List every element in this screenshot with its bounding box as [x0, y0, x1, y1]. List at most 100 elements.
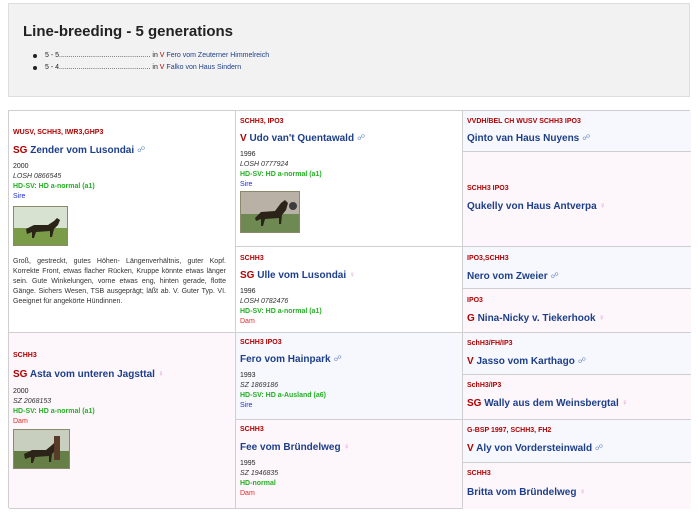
dog-name-link[interactable]: Jasso vom Karthago — [476, 356, 574, 367]
dog-name-link[interactable]: Qukelly von Haus Antverpa — [467, 201, 597, 212]
dog-photo[interactable] — [13, 206, 68, 246]
hip-dysplasia-rating: HD-SV: HD a-normal (a1) — [13, 183, 95, 190]
dog-silhouette-icon — [255, 200, 297, 226]
pedigree-cell-dss: SchH3/FH/IP3 V Jasso vom Karthago ☍ — [463, 333, 691, 375]
line-breeding-item: 5 - 5...................................… — [33, 50, 269, 62]
birth-year: 2000 — [13, 163, 29, 170]
dog-name-link[interactable]: Zender vom Lusondai — [30, 145, 134, 156]
dog-name-link[interactable]: Nina-Nicky v. Tiekerhook — [478, 313, 596, 324]
dog-titles: VVDH/BEL CH WUSV SCHH3 IPO3 — [467, 118, 581, 125]
header-panel: Line-breeding - 5 generations 5 - 5.....… — [8, 3, 690, 97]
dog-description: Groß, gestreckt, gutes Höhen- Längenverh… — [13, 258, 226, 305]
pedigree-cell-dam-sire: SCHH3 IPO3 Fero vom Hainpark ☍ 1993 SZ 18… — [236, 333, 463, 420]
rating-prefix: SG — [240, 270, 255, 281]
dog-silhouette-icon — [26, 218, 60, 238]
dam-label: Dam — [240, 318, 255, 325]
hip-dysplasia-rating: HD-normal — [240, 480, 276, 487]
birth-year: 1996 — [240, 151, 256, 158]
bullet-icon — [33, 54, 37, 58]
dog-name-link[interactable]: Asta vom unteren Jagsttal — [30, 369, 155, 380]
dog-name-line: Nero vom Zweier ☍ — [467, 269, 691, 284]
female-icon[interactable]: ♀ — [349, 268, 355, 282]
dog-name-line: SG Asta vom unteren Jagsttal ♀ — [13, 367, 235, 382]
registration-number: SZ 1869186 — [240, 382, 279, 389]
male-icon[interactable]: ☍ — [578, 354, 586, 368]
pedigree-cell-sire-sire: SCHH3, IPO3 V Udo van't Quentawald ☍ 1996… — [236, 111, 463, 247]
dog-name-link[interactable]: Qinto van Haus Nuyens — [467, 133, 579, 144]
dog-name-line: SG Ulle vom Lusondai ♀ — [240, 268, 462, 283]
registration-number: LOSH 0866545 — [13, 173, 62, 180]
dog-titles: SCHH3 — [240, 255, 264, 262]
birth-year: 1995 — [240, 460, 256, 467]
dog-name-line: Britta vom Bründelweg ♀ — [467, 485, 691, 500]
male-icon[interactable]: ☍ — [595, 441, 603, 455]
sire-label: Sire — [240, 181, 253, 188]
female-icon[interactable]: ♀ — [600, 199, 606, 213]
dog-titles: SchH3/FH/IP3 — [467, 340, 513, 347]
dog-name-line: Qukelly von Haus Antverpa ♀ — [467, 199, 691, 214]
dog-silhouette-icon — [24, 436, 60, 463]
hip-dysplasia-rating: HD-SV: HD a-normal (a1) — [240, 308, 322, 315]
in-label: in — [152, 52, 158, 59]
sire-label: Sire — [13, 193, 26, 200]
dog-titles: G-BSP 1997, SCHH3, FH2 — [467, 427, 552, 434]
birth-year: 2000 — [13, 388, 29, 395]
female-icon[interactable]: ♀ — [599, 311, 605, 325]
dog-photo[interactable] — [240, 191, 300, 233]
rating-prefix: SG — [467, 398, 482, 409]
rating-prefix: V — [467, 443, 474, 454]
registration-number: SZ 1946835 — [240, 470, 279, 477]
dog-name-line: G Nina-Nicky v. Tiekerhook ♀ — [467, 311, 691, 326]
female-icon[interactable]: ♀ — [579, 485, 585, 499]
pedigree-table: WUSV, SCHH3, IWR3,GHP3 SG Zender vom Lus… — [8, 110, 691, 509]
dog-name-link[interactable]: Udo van't Quentawald — [249, 133, 354, 144]
dog-name-link[interactable]: Nero vom Zweier — [467, 271, 548, 282]
dog-name-line: V Aly von Vordersteinwald ☍ — [467, 441, 691, 456]
rating-prefix: V — [159, 52, 165, 59]
dog-titles: SCHH3 — [13, 352, 37, 359]
dog-name-line: SG Wally aus dem Weinsbergtal ♀ — [467, 396, 691, 411]
male-icon[interactable]: ☍ — [357, 131, 365, 145]
dog-titles: SCHH3 IPO3 — [467, 185, 509, 192]
dog-titles: WUSV, SCHH3, IWR3,GHP3 — [13, 129, 104, 136]
dog-photo[interactable] — [13, 429, 70, 469]
pedigree-cell-sdd: IPO3 G Nina-Nicky v. Tiekerhook ♀ — [463, 289, 691, 333]
dog-titles: IPO3 — [467, 297, 483, 304]
birth-year: 1993 — [240, 372, 256, 379]
dog-name-line: V Jasso vom Karthago ☍ — [467, 354, 691, 369]
dog-name-link[interactable]: Fee vom Bründelweg — [240, 442, 341, 453]
hip-dysplasia-rating: HD-SV: HD a-Ausland (a6) — [240, 392, 326, 399]
pedigree-cell-sds: IPO3,SCHH3 Nero vom Zweier ☍ — [463, 247, 691, 289]
ancestor-link[interactable]: Fero vom Zeuterner Himmelreich — [166, 52, 269, 59]
dog-name-link[interactable]: Aly von Vordersteinwald — [476, 443, 592, 454]
pedigree-cell-sss: VVDH/BEL CH WUSV SCHH3 IPO3 Qinto van Ha… — [463, 111, 691, 152]
male-icon[interactable]: ☍ — [582, 131, 590, 145]
female-icon[interactable]: ♀ — [344, 440, 350, 454]
female-icon[interactable]: ♀ — [158, 367, 164, 381]
female-icon[interactable]: ♀ — [622, 396, 628, 410]
dog-name-line: Fero vom Hainpark ☍ — [240, 352, 462, 367]
pedigree-cell-dam: SCHH3 SG Asta vom unteren Jagsttal ♀ 2000… — [9, 333, 236, 509]
dog-name-line: SG Zender vom Lusondai ☍ — [13, 143, 235, 158]
male-icon[interactable]: ☍ — [334, 352, 342, 366]
registration-number: SZ 2068153 — [13, 398, 52, 405]
dog-titles: SCHH3 IPO3 — [240, 339, 282, 346]
male-icon[interactable]: ☍ — [551, 269, 559, 283]
in-label: in — [152, 64, 158, 71]
dog-name-link[interactable]: Britta vom Bründelweg — [467, 487, 576, 498]
registration-number: LOSH 0777924 — [240, 161, 289, 168]
pedigree-cell-sire-dam: SCHH3 SG Ulle vom Lusondai ♀ 1996 LOSH 07… — [236, 247, 463, 333]
rating-prefix: SG — [13, 145, 28, 156]
pedigree-cell-sire: WUSV, SCHH3, IWR3,GHP3 SG Zender vom Lus… — [9, 111, 236, 333]
hip-dysplasia-rating: HD-SV: HD a-normal (a1) — [13, 408, 95, 415]
male-icon[interactable]: ☍ — [137, 143, 145, 157]
ancestor-link[interactable]: Falko von Haus Sindern — [166, 64, 241, 71]
dot-leader: ........................................… — [59, 52, 151, 59]
dog-name-link[interactable]: Ulle vom Lusondai — [257, 270, 346, 281]
line-breeding-item: 5 - 4...................................… — [33, 62, 269, 74]
dog-titles: SCHH3 — [240, 426, 264, 433]
dog-name-link[interactable]: Fero vom Hainpark — [240, 354, 331, 365]
dog-name-link[interactable]: Wally aus dem Weinsbergtal — [484, 398, 618, 409]
dog-titles: SCHH3, IPO3 — [240, 118, 284, 125]
pedigree-cell-ddd: SCHH3 Britta vom Bründelweg ♀ — [463, 463, 691, 509]
